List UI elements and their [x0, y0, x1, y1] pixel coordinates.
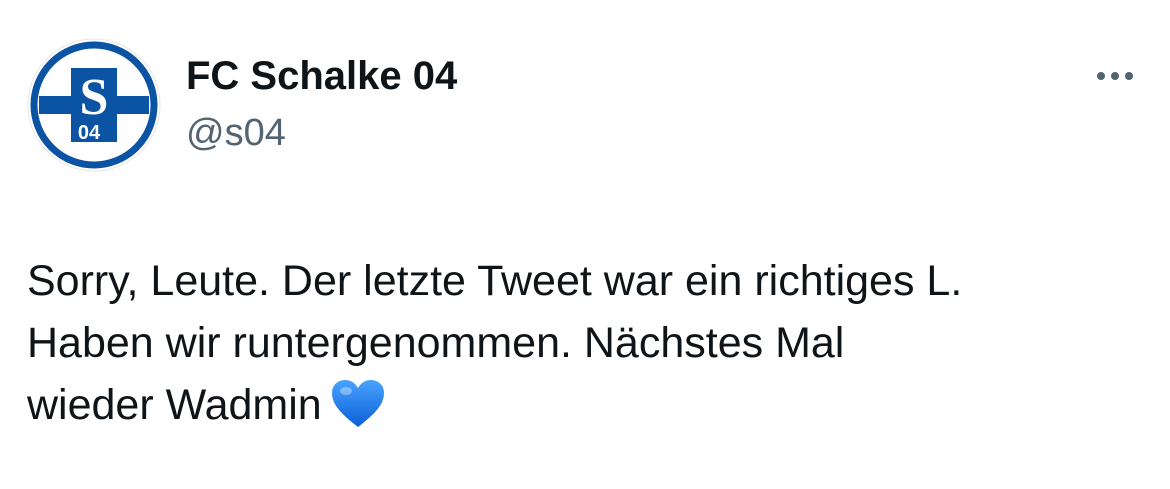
schalke-crest-icon: S 04: [27, 38, 161, 172]
svg-text:04: 04: [78, 122, 101, 144]
author-display-name[interactable]: FC Schalke 04: [186, 52, 457, 100]
avatar[interactable]: S 04: [27, 38, 161, 172]
author-handle[interactable]: @s04: [186, 110, 286, 156]
tweet-line: Haben wir runtergenommen. Nächstes Mal: [27, 319, 845, 367]
tweet-line: Sorry, Leute. Der letzte Tweet war ein r…: [27, 257, 963, 305]
tweet-line-last: wieder Wadmin: [27, 374, 1152, 436]
more-options-button[interactable]: [1088, 58, 1142, 94]
more-horizontal-icon: [1097, 72, 1133, 80]
tweet-text: Sorry, Leute. Der letzte Tweet war ein r…: [27, 250, 1152, 436]
tweet: S 04 FC Schalke 04 @s04 Sorry, Leute. De…: [0, 0, 1170, 489]
svg-text:S: S: [80, 69, 109, 126]
blue-heart-icon: [330, 379, 386, 429]
tweet-line-text: wieder Wadmin: [27, 381, 322, 429]
